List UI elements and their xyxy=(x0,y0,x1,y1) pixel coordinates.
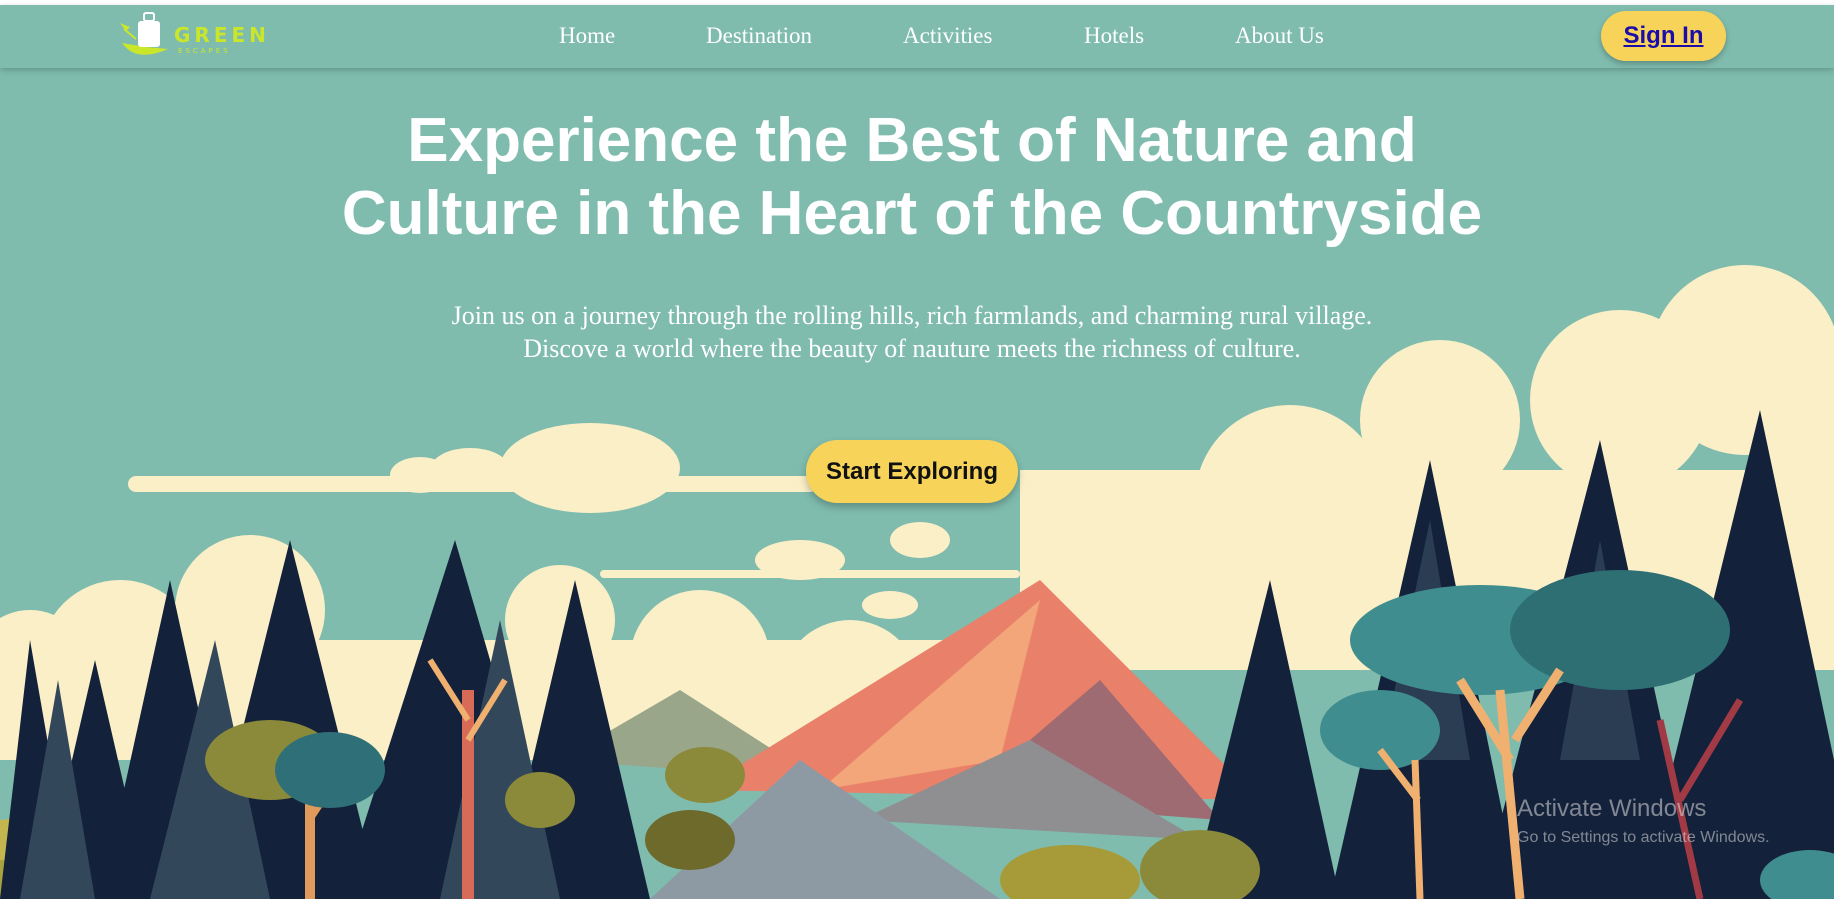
hero-subtitle-line-1: Join us on a journey through the rolling… xyxy=(451,301,1373,330)
nav-home[interactable]: Home xyxy=(559,23,615,49)
hero-subtitle: Join us on a journey through the rolling… xyxy=(0,299,1824,365)
hero-title-line-1: Experience the Best of Nature and xyxy=(407,106,1417,175)
watermark-title: Activate Windows xyxy=(1517,795,1707,822)
start-exploring-button[interactable]: Start Exploring xyxy=(806,440,1018,503)
nav-hotels[interactable]: Hotels xyxy=(1084,23,1144,49)
hero-title-line-2: Culture in the Heart of the Countryside xyxy=(341,179,1483,248)
nav-destination[interactable]: Destination xyxy=(706,23,812,49)
nav-activities[interactable]: Activities xyxy=(903,23,992,49)
main-nav: Home Destination Activities Hotels About… xyxy=(0,5,1834,68)
top-navbar: GREEN ESCAPES Home Destination Activitie… xyxy=(0,5,1834,68)
sign-in-button[interactable]: Sign In xyxy=(1601,11,1726,61)
hero-subtitle-line-2: Discove a world where the beauty of naut… xyxy=(523,334,1301,363)
watermark-subtitle: Go to Settings to activate Windows. xyxy=(1517,829,1770,846)
hero-title: Experience the Best of Nature and Cultur… xyxy=(0,104,1824,250)
sign-in-link[interactable]: Sign In xyxy=(1624,22,1704,50)
nav-about-us[interactable]: About Us xyxy=(1235,23,1324,49)
activate-windows-watermark: Activate Windows Go to Settings to activ… xyxy=(1517,795,1770,847)
